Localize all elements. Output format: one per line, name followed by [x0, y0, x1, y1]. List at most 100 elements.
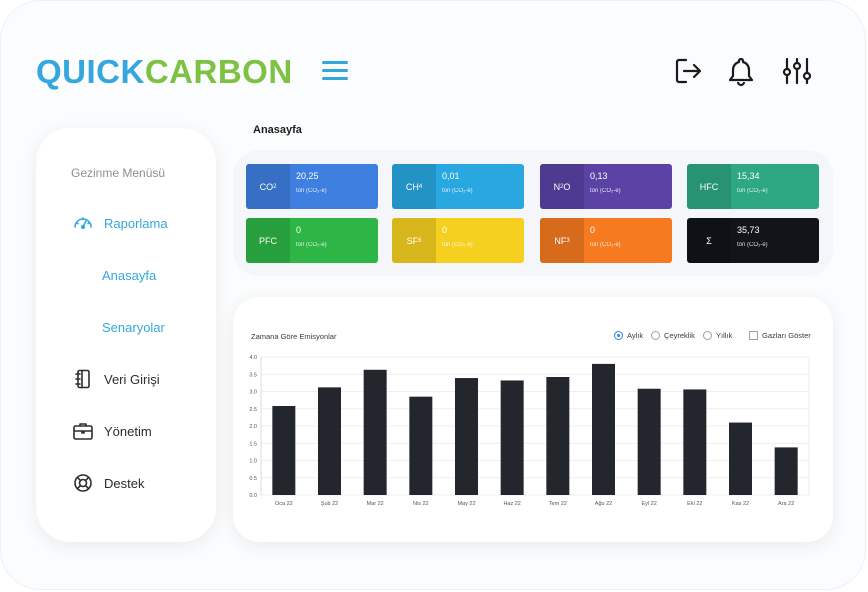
- card-unit: ton (CO₂-e): [737, 188, 768, 194]
- radio-unselected[interactable]: [703, 330, 712, 340]
- page-title: Anasayfa: [253, 124, 302, 136]
- emission-card-sf6[interactable]: SF 6 0 ton (CO₂-e): [392, 218, 524, 263]
- y-tick-label: 1.5: [249, 441, 257, 447]
- x-tick-label: Mar 22: [367, 501, 384, 507]
- x-tick-label: Kas 22: [732, 501, 749, 507]
- bar: [683, 389, 707, 495]
- sidebar-item-label: Raporlama: [104, 215, 168, 231]
- bar: [455, 378, 478, 495]
- sidebar-item-label: Destek: [104, 475, 145, 491]
- brand-part-carbon: CARBON: [144, 53, 293, 90]
- sidebar-item-label: Veri Girişi: [104, 371, 160, 387]
- card-value: 0: [296, 225, 302, 235]
- x-tick-label: Ekl 22: [687, 501, 702, 507]
- card-value: 0,01: [442, 171, 460, 181]
- x-tick-label: Nis 22: [413, 501, 429, 507]
- brand-part-quick: QUICK: [36, 53, 145, 90]
- sidebar-item-senaryolar[interactable]: Senaryolar: [102, 315, 165, 339]
- y-tick-label: 3.5: [249, 372, 257, 378]
- x-tick-label: Haz 22: [503, 501, 520, 507]
- x-tick-label: May 22: [457, 501, 475, 507]
- y-tick-label: 3.0: [249, 390, 257, 396]
- y-tick-label: 2.0: [249, 424, 257, 430]
- chart-title: Zamana Göre Emisyonlar: [251, 332, 337, 341]
- radio-unselected[interactable]: [651, 330, 660, 340]
- period-option-yearly[interactable]: Yıllık: [703, 329, 732, 341]
- sidebar-item-anasayfa[interactable]: Anasayfa: [102, 263, 156, 287]
- sidebar-item-label: Yönetim: [104, 423, 152, 439]
- radio-selected[interactable]: [614, 330, 623, 340]
- y-tick-label: 2.5: [249, 407, 257, 413]
- sidebar-item-veri-girisi[interactable]: Veri Girişi: [72, 367, 160, 391]
- card-unit: ton (CO₂-e): [442, 188, 473, 194]
- bell-icon[interactable]: [725, 55, 757, 87]
- sidebar-item-yonetim[interactable]: Yönetim: [72, 419, 152, 443]
- x-tick-label: Eyl 22: [642, 501, 657, 507]
- y-tick-label: 0.0: [249, 493, 257, 499]
- sidebar: Gezinme Menüsü Raporlama Anasayfa Senary…: [36, 128, 216, 542]
- y-tick-label: 4.0: [249, 355, 257, 361]
- bar: [729, 422, 752, 495]
- emission-card-n2o[interactable]: N2O 0,13 ton (CO₂-e): [540, 164, 672, 209]
- card-unit: ton (CO₂-e): [590, 242, 621, 248]
- emissions-bar-chart: 0.0 0.5 1.0 1.5 2.0 2.5 3.0 3.5 4.0 Oca 22 Şub 22 M…: [249, 355, 810, 507]
- card-unit: ton (CO₂-e): [590, 188, 621, 194]
- y-tick-label: 1.0: [249, 459, 257, 465]
- card-value: 0: [442, 225, 448, 235]
- lifebuoy-icon: [72, 472, 94, 494]
- bar: [637, 388, 661, 495]
- card-gas-label: CH 4: [392, 164, 436, 209]
- bar: [500, 380, 524, 495]
- show-gases-checkbox[interactable]: Gazları Göster: [749, 329, 811, 341]
- card-value: 0,13: [590, 171, 608, 181]
- card-gas-label: N2O: [540, 164, 584, 209]
- x-tick-label: Şub 22: [321, 501, 338, 507]
- card-gas-label: NF 3: [540, 218, 584, 263]
- card-unit: ton (CO₂-e): [442, 242, 473, 248]
- checkbox-box[interactable]: [749, 330, 758, 340]
- sidebar-item-label: Anasayfa: [102, 267, 157, 283]
- sidebar-title: Gezinme Menüsü: [71, 166, 166, 180]
- emission-card-hfc[interactable]: HFC 15,34 ton (CO₂-e): [687, 164, 819, 209]
- hamburger-menu-icon[interactable]: [322, 59, 350, 83]
- sidebar-item-raporlama[interactable]: Raporlama: [72, 211, 168, 235]
- emissions-chart-panel: Zamana Göre Emisyonlar Aylık Çeyreklik Y…: [233, 297, 833, 542]
- card-value: 15,34: [737, 171, 760, 181]
- period-option-monthly[interactable]: Aylık: [614, 329, 643, 341]
- card-value: 20,25: [296, 171, 319, 181]
- bar: [592, 363, 615, 495]
- card-gas-label: SF 6: [392, 218, 436, 263]
- briefcase-icon: [72, 420, 94, 442]
- y-tick-label: 0.5: [249, 476, 257, 482]
- card-gas-label: HFC: [687, 164, 731, 209]
- x-tick-label: Ağu 22: [595, 501, 612, 507]
- emission-card-co2[interactable]: CO 2 20,25 ton (CO₂-e): [246, 164, 378, 209]
- card-value: 0: [590, 225, 596, 235]
- emission-card-ch4[interactable]: CH 4 0,01 ton (CO₂-e): [392, 164, 524, 209]
- card-unit: ton (CO₂-e): [296, 242, 327, 248]
- sidebar-item-label: Senaryolar: [102, 319, 165, 335]
- period-option-quarterly[interactable]: Çeyreklik: [651, 329, 695, 341]
- sidebar-item-destek[interactable]: Destek: [72, 471, 144, 495]
- bar: [774, 447, 798, 495]
- emission-card-pfc[interactable]: PFC 0 ton (CO₂-e): [246, 218, 378, 263]
- card-gas-label: Σ: [687, 218, 731, 263]
- notebook-icon: [72, 368, 94, 390]
- bar: [546, 377, 570, 495]
- sliders-icon[interactable]: [781, 55, 813, 87]
- card-unit: ton (CO₂-e): [296, 188, 327, 194]
- brand-logo[interactable]: QUICKCARBON: [36, 52, 293, 92]
- card-gas-label: PFC: [246, 218, 290, 263]
- emission-cards-panel: CO 2 20,25 ton (CO₂-e) CH 4 0,01 ton (CO₂-…: [233, 150, 833, 276]
- x-tick-label: Tem 22: [549, 501, 567, 507]
- x-tick-label: Oca 22: [275, 501, 293, 507]
- bar: [363, 369, 387, 495]
- logout-icon[interactable]: [672, 55, 704, 87]
- gauge-icon: [72, 212, 94, 234]
- bar: [409, 396, 433, 495]
- emission-card-total[interactable]: Σ 35,73 ton (CO₂-e): [687, 218, 819, 263]
- card-value: 35,73: [737, 225, 760, 235]
- bar: [318, 387, 341, 495]
- emission-card-nf3[interactable]: NF 3 0 ton (CO₂-e): [540, 218, 672, 263]
- card-gas-label: CO 2: [246, 164, 290, 209]
